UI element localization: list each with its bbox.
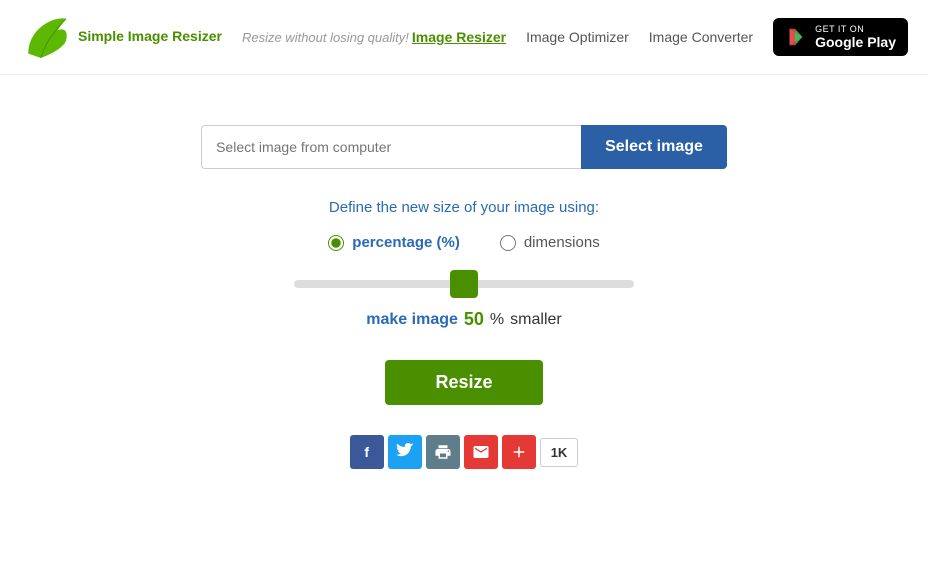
percent-value: 50 (464, 309, 484, 330)
share-count: 1K (540, 438, 579, 467)
logo-text-group: Simple Image Resizer (78, 28, 222, 46)
twitter-bird-icon (396, 443, 414, 461)
play-triangle-icon (785, 26, 807, 48)
print-share-button[interactable] (426, 435, 460, 469)
tagline: Resize without losing quality! (242, 30, 409, 45)
print-icon (434, 443, 452, 461)
radio-percentage-option[interactable]: percentage (%) (328, 234, 460, 251)
facebook-share-button[interactable]: f (350, 435, 384, 469)
radio-dimensions-input[interactable] (500, 235, 516, 251)
gplay-get-it-on: GET IT ON (815, 24, 896, 34)
social-share-row: f 1K (350, 435, 579, 469)
leaf-icon (20, 12, 70, 62)
select-image-button[interactable]: Select image (581, 125, 727, 169)
make-smaller-row: make image 50 % smaller (366, 309, 561, 330)
file-input-row: Select image (201, 125, 727, 169)
radio-percentage-input[interactable] (328, 235, 344, 251)
slider-container (294, 275, 634, 293)
define-size-label: Define the new size of your image using: (329, 199, 599, 216)
resize-button[interactable]: Resize (385, 360, 542, 405)
twitter-share-button[interactable] (388, 435, 422, 469)
header: Simple Image Resizer Resize without losi… (0, 0, 928, 75)
smaller-label: smaller (510, 311, 562, 329)
radio-dimensions-option[interactable]: dimensions (500, 234, 600, 251)
gplay-store-name: Google Play (815, 34, 896, 51)
logo-area: Simple Image Resizer (20, 12, 222, 62)
radio-percentage-label: percentage (%) (352, 234, 460, 251)
radio-dimensions-label: dimensions (524, 234, 600, 251)
gplay-text: GET IT ON Google Play (815, 24, 896, 51)
nav-resizer[interactable]: Image Resizer (412, 29, 506, 45)
nav-converter[interactable]: Image Converter (649, 29, 753, 45)
logo-title: Simple Image Resizer (78, 28, 222, 44)
plus-icon (510, 443, 528, 461)
main-content: Select image Define the new size of your… (0, 75, 928, 499)
email-share-button[interactable] (464, 435, 498, 469)
nav-links: Image Resizer Image Optimizer Image Conv… (412, 18, 908, 57)
make-image-label: make image (366, 311, 458, 329)
percent-sign: % (490, 311, 504, 329)
nav-optimizer[interactable]: Image Optimizer (526, 29, 629, 45)
file-path-input[interactable] (201, 125, 581, 169)
percentage-slider[interactable] (294, 280, 634, 288)
radio-row: percentage (%) dimensions (328, 234, 599, 251)
logo-tagline-area: Simple Image Resizer Resize without losi… (20, 12, 412, 62)
google-play-badge[interactable]: GET IT ON Google Play (773, 18, 908, 57)
email-icon (472, 443, 490, 461)
plus-share-button[interactable] (502, 435, 536, 469)
